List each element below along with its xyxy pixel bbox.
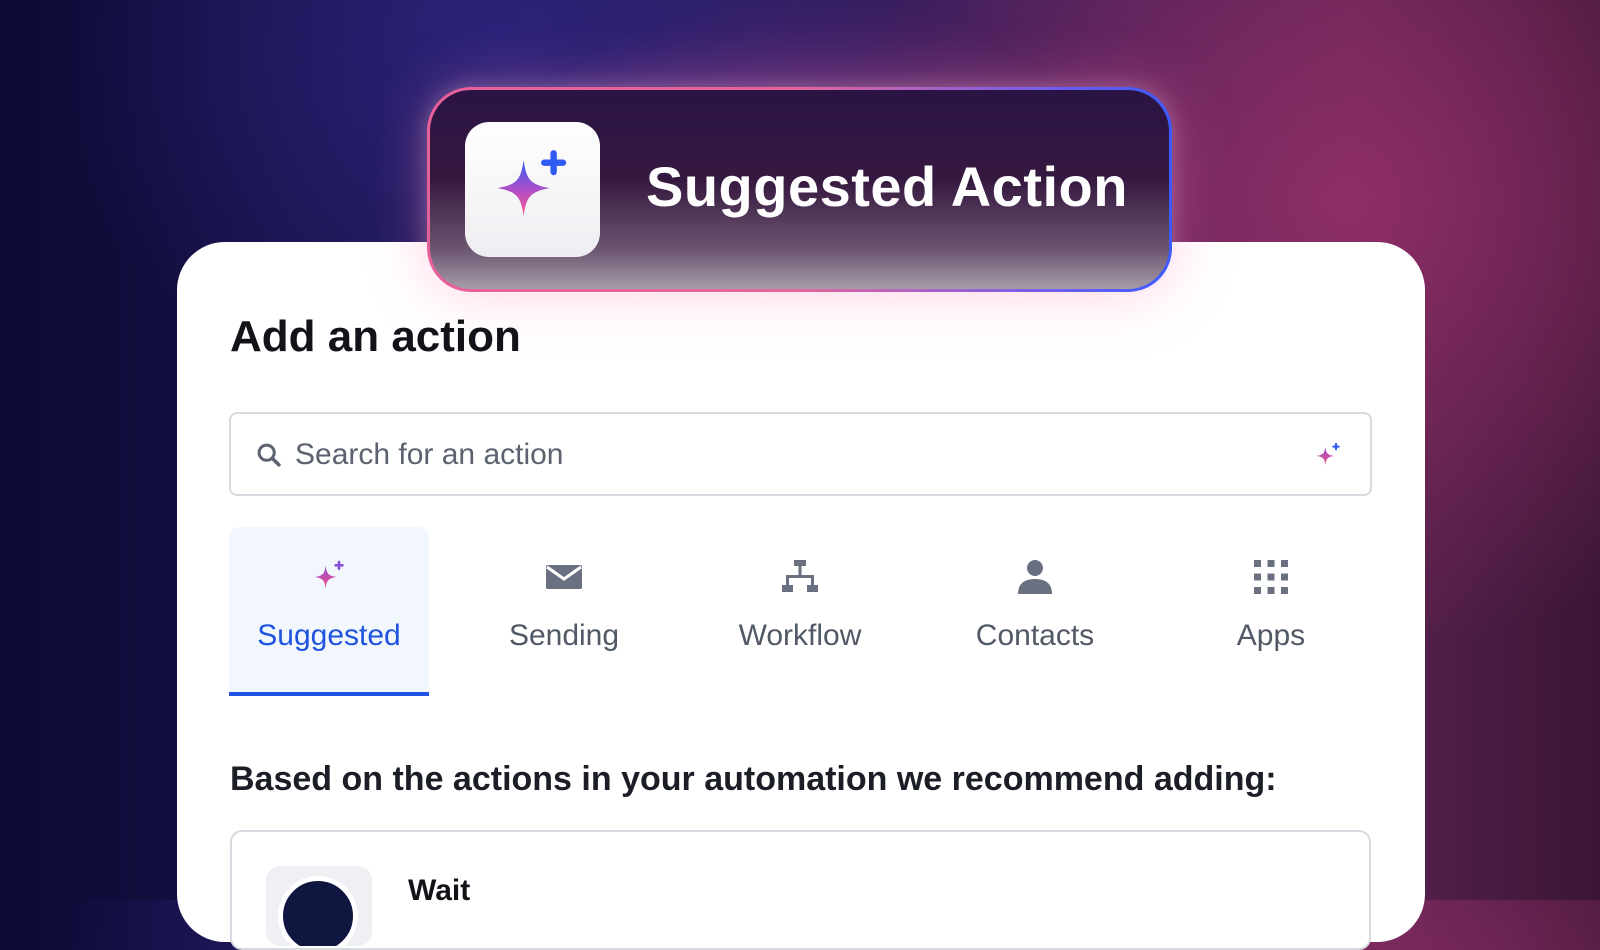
sparkle-icon <box>314 560 344 589</box>
suggested-action-banner: Suggested Action <box>427 87 1172 292</box>
search-icon <box>257 443 281 467</box>
recommended-action-wait[interactable]: Wait <box>230 830 1371 950</box>
tab-label: Workflow <box>738 619 862 652</box>
tab-suggested[interactable]: Suggested <box>229 527 429 696</box>
flowchart-icon <box>782 560 818 592</box>
hero-icon-box <box>465 122 600 257</box>
grid-icon <box>1254 560 1288 594</box>
tab-contacts[interactable]: Contacts <box>935 527 1135 696</box>
tab-label: Sending <box>508 619 620 652</box>
search-input[interactable] <box>293 428 1277 482</box>
search-box[interactable] <box>229 412 1372 496</box>
ai-sparkle-icon[interactable] <box>1312 440 1344 472</box>
envelope-icon <box>546 565 582 589</box>
hero-title: Suggested Action <box>646 155 1128 218</box>
tab-sending[interactable]: Sending <box>464 527 664 696</box>
panel-title: Add an action <box>230 312 521 361</box>
person-icon <box>1018 560 1052 594</box>
tab-workflow[interactable]: Workflow <box>700 527 900 696</box>
tab-apps[interactable]: Apps <box>1171 527 1371 696</box>
tab-label: Contacts <box>975 619 1095 652</box>
recommended-action-title: Wait <box>408 874 471 907</box>
tab-label: Apps <box>1236 619 1306 652</box>
wait-icon <box>266 866 372 946</box>
sparkle-icon <box>496 149 566 216</box>
tab-label: Suggested <box>257 619 401 652</box>
recommendation-text: Based on the actions in your automation … <box>230 760 1277 798</box>
action-category-tabs: Suggested Sending Workflow Contacts Apps <box>229 527 1372 696</box>
